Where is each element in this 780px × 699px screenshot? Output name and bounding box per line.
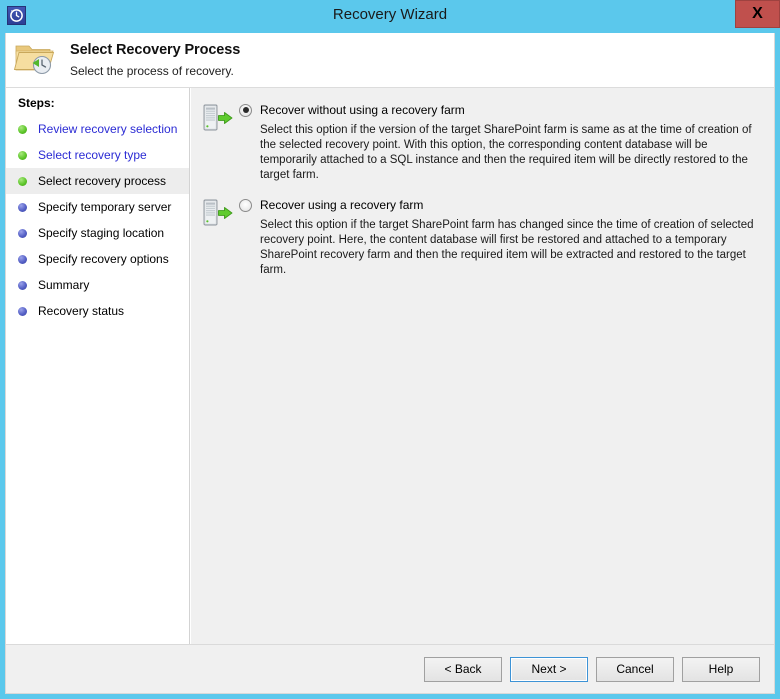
step-bullet-icon bbox=[18, 228, 27, 238]
footer-buttons: < Back Next > Cancel Help bbox=[416, 656, 760, 682]
step-bullet-icon bbox=[18, 150, 27, 160]
radio-1[interactable] bbox=[239, 103, 252, 117]
close-button[interactable]: X bbox=[735, 0, 780, 28]
option-header: Recover without using a recovery farm bbox=[239, 102, 760, 118]
server-restore-icon bbox=[201, 198, 235, 230]
step-label: Recovery status bbox=[38, 304, 125, 318]
steps-list: Review recovery selection Select recovery… bbox=[6, 116, 189, 324]
server-restore-icon bbox=[201, 103, 235, 135]
option-title: Recover using a recovery farm bbox=[260, 198, 424, 212]
sidebar-step-select-recovery-process[interactable]: Select recovery process bbox=[6, 168, 189, 194]
body: Steps: Review recovery selection Select r… bbox=[6, 88, 774, 644]
option-description: Select this option if the target SharePo… bbox=[260, 219, 754, 276]
sidebar-step-summary[interactable]: Summary bbox=[6, 272, 189, 298]
option-title: Recover without using a recovery farm bbox=[260, 103, 465, 117]
step-bullet-icon bbox=[18, 176, 27, 186]
page-title: Select Recovery Process bbox=[70, 42, 241, 59]
sidebar-step-specify-temporary-server[interactable]: Specify temporary server bbox=[6, 194, 189, 220]
window-title: Recovery Wizard bbox=[332, 6, 448, 23]
step-label: Review recovery selection bbox=[38, 122, 178, 136]
wizard-header: Select Recovery Process Select the proce… bbox=[6, 33, 774, 88]
recovery-process-options: Recover without using a recovery farm Sel… bbox=[201, 102, 760, 278]
title-bar: Recovery Wizard X bbox=[0, 0, 780, 33]
step-label: Summary bbox=[38, 278, 90, 292]
option-header: Recover using a recovery farm bbox=[239, 197, 760, 213]
back-button[interactable]: < Back bbox=[424, 656, 502, 682]
sidebar-step-recovery-status[interactable]: Recovery status bbox=[6, 298, 189, 324]
option-body: Recover without using a recovery farm Sel… bbox=[235, 102, 760, 183]
content-pane: Recover without using a recovery farm Sel… bbox=[190, 88, 774, 644]
step-bullet-icon bbox=[18, 306, 27, 316]
cancel-button[interactable]: Cancel bbox=[596, 656, 674, 682]
recovery-wizard-window: Recovery Wizard X Select Recovery Proces… bbox=[0, 0, 780, 699]
recovery-option-2[interactable]: Recover using a recovery farm Select this… bbox=[201, 197, 760, 278]
next-button[interactable]: Next > bbox=[510, 656, 588, 682]
page-subtitle: Select the process of recovery. bbox=[70, 63, 234, 78]
sidebar-step-specify-recovery-options[interactable]: Specify recovery options bbox=[6, 246, 189, 272]
step-label: Select recovery type bbox=[38, 148, 147, 162]
sidebar-step-review-recovery-selection[interactable]: Review recovery selection bbox=[6, 116, 189, 142]
step-label: Specify staging location bbox=[38, 226, 165, 240]
step-bullet-icon bbox=[18, 202, 27, 212]
recovery-option-1[interactable]: Recover without using a recovery farm Sel… bbox=[201, 102, 760, 183]
sidebar-step-specify-staging-location[interactable]: Specify staging location bbox=[6, 220, 189, 246]
step-label: Specify recovery options bbox=[38, 252, 169, 266]
step-bullet-icon bbox=[18, 124, 27, 134]
sidebar-step-select-recovery-type[interactable]: Select recovery type bbox=[6, 142, 189, 168]
step-bullet-icon bbox=[18, 254, 27, 264]
folder-restore-icon bbox=[12, 37, 62, 83]
radio-2[interactable] bbox=[239, 198, 252, 212]
steps-sidebar: Steps: Review recovery selection Select r… bbox=[6, 88, 190, 644]
header-text-block: Select Recovery Process Select the proce… bbox=[62, 42, 240, 77]
steps-heading: Steps: bbox=[18, 96, 55, 110]
help-button[interactable]: Help bbox=[682, 656, 760, 682]
client-area: Select Recovery Process Select the proce… bbox=[5, 33, 775, 694]
button-bar: < Back Next > Cancel Help bbox=[6, 644, 774, 693]
step-bullet-icon bbox=[18, 280, 27, 290]
option-description: Select this option if the version of the… bbox=[260, 124, 752, 181]
option-body: Recover using a recovery farm Select this… bbox=[235, 197, 760, 278]
step-label: Select recovery process bbox=[38, 174, 167, 188]
step-label: Specify temporary server bbox=[38, 200, 172, 214]
